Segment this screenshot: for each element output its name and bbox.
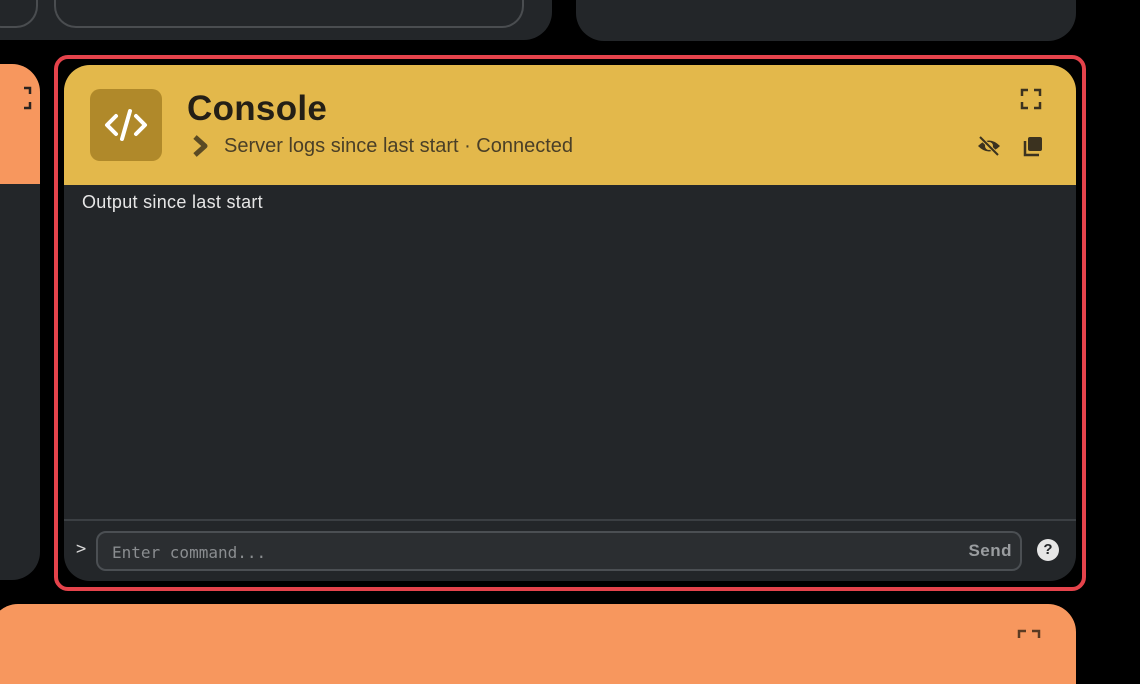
command-box: Send (96, 531, 1022, 571)
prompt-symbol: > (76, 539, 87, 559)
log-line: Output since last start (82, 192, 263, 212)
top-left-card (0, 0, 552, 40)
subtitle-row: Server logs since last start · Connected (190, 133, 573, 159)
console-title: Console (187, 89, 328, 128)
console-header: Console Server logs since last start · C… (64, 65, 1076, 185)
log-output (64, 185, 1076, 519)
console-subtitle: Server logs since last start · Connected (224, 134, 574, 157)
fullscreen-icon[interactable] (1016, 628, 1042, 648)
fullscreen-icon[interactable] (24, 86, 36, 114)
copy-icon[interactable] (1019, 132, 1047, 160)
eye-off-icon[interactable] (975, 132, 1003, 160)
divider (64, 519, 1076, 521)
help-icon[interactable]: ? (1037, 539, 1059, 561)
bottom-card (0, 604, 1076, 684)
chevron-right-icon (190, 134, 210, 158)
console-card: Console Server logs since last start · C… (64, 65, 1076, 581)
top-left-pill[interactable] (54, 0, 524, 28)
fullscreen-icon[interactable] (1017, 85, 1045, 113)
send-button[interactable]: Send (968, 541, 1012, 561)
left-card-header (0, 64, 40, 184)
code-icon (90, 89, 162, 161)
left-card (0, 64, 40, 580)
command-input[interactable] (110, 539, 934, 565)
top-left-pill-small[interactable] (0, 0, 38, 28)
top-right-card (576, 0, 1076, 41)
